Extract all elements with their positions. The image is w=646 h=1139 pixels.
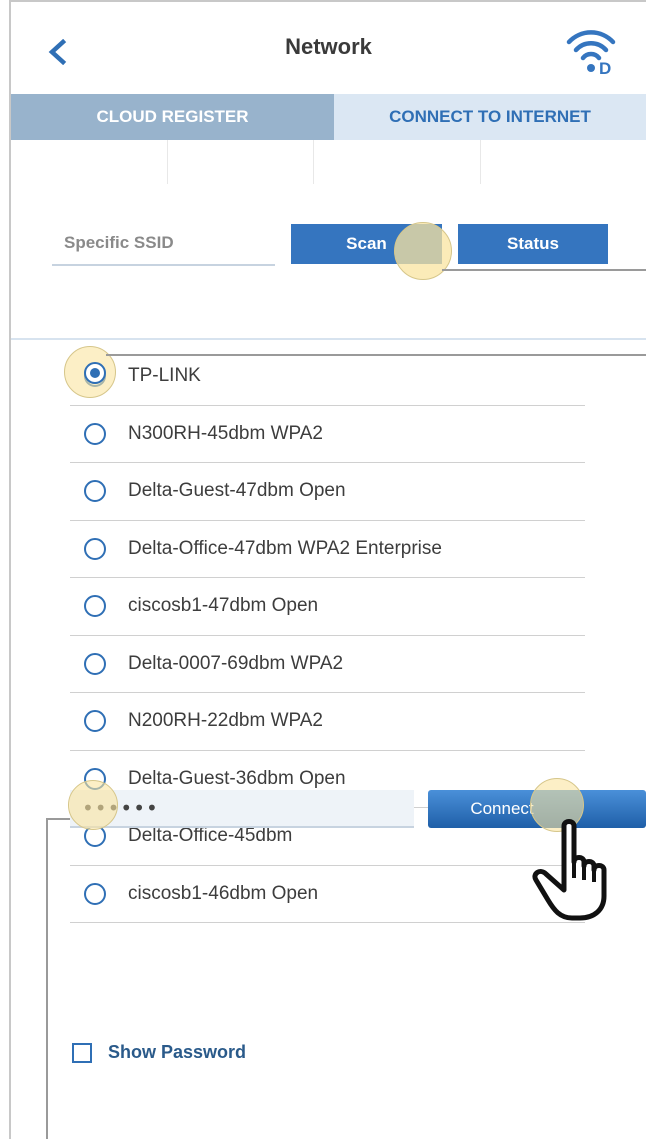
- faint-divider: [480, 140, 481, 184]
- svg-text:D: D: [599, 59, 611, 76]
- show-password-label: Show Password: [108, 1042, 247, 1062]
- network-item[interactable]: ciscosb1-46dbm Open: [70, 866, 585, 923]
- radio-selected-overlay[interactable]: [84, 362, 106, 384]
- connect-button-label: Connect: [470, 799, 534, 818]
- tab-bar: CLOUD REGISTER CONNECT TO INTERNET: [11, 94, 646, 140]
- radio-unselected[interactable]: [84, 537, 106, 560]
- network-label: TP-LINK: [128, 365, 201, 387]
- network-item[interactable]: Delta-Office-47dbm WPA2 Enterprise: [70, 521, 585, 578]
- ssid-input[interactable]: [52, 222, 275, 266]
- app-header: Network D: [11, 2, 646, 94]
- network-label: Delta-Office-47dbm WPA2 Enterprise: [128, 537, 442, 559]
- network-item[interactable]: TP-LINK: [70, 348, 585, 406]
- wifi-status-button[interactable]: D: [559, 26, 623, 78]
- faint-divider: [313, 140, 314, 184]
- network-label: Delta-0007-69dbm WPA2: [128, 652, 344, 674]
- wifi-d-icon: D: [566, 30, 616, 78]
- status-button[interactable]: Status: [458, 224, 608, 264]
- tab-connect-to-internet[interactable]: CONNECT TO INTERNET: [334, 94, 646, 140]
- network-label: Delta-Guest-47dbm Open: [128, 480, 346, 502]
- callout-line: [106, 354, 646, 356]
- network-item[interactable]: N200RH-22dbm WPA2: [70, 693, 585, 751]
- radio-unselected[interactable]: [84, 652, 106, 675]
- status-button-label: Status: [507, 234, 559, 253]
- callout-line: [46, 818, 70, 820]
- pointer-hand-icon: [532, 819, 607, 921]
- password-field[interactable]: [70, 790, 414, 828]
- show-password-toggle[interactable]: Show Password: [72, 1042, 246, 1063]
- callout-line: [442, 269, 646, 271]
- network-label: ciscosb1-46dbm Open: [128, 882, 319, 904]
- radio-unselected[interactable]: [84, 882, 106, 905]
- show-password-checkbox[interactable]: [72, 1042, 92, 1063]
- network-label: ciscosb1-47dbm Open: [128, 595, 319, 617]
- network-label: Delta-Office-45dbm: [128, 825, 293, 847]
- tab-cloud-register[interactable]: CLOUD REGISTER: [11, 94, 334, 140]
- network-label: N200RH-22dbm WPA2: [128, 710, 324, 732]
- network-label: Delta-Guest-36dbm Open: [128, 767, 346, 789]
- radio-unselected[interactable]: [84, 480, 106, 503]
- radio-unselected[interactable]: [84, 422, 106, 445]
- network-item[interactable]: N300RH-45dbm WPA2: [70, 406, 585, 463]
- page-title: Network: [285, 34, 372, 59]
- faint-divider: [167, 140, 168, 184]
- radio-unselected[interactable]: [84, 595, 106, 618]
- network-item[interactable]: Delta-0007-69dbm WPA2: [70, 636, 585, 693]
- network-item[interactable]: ciscosb1-47dbm Open: [70, 578, 585, 636]
- radio-unselected[interactable]: [84, 710, 106, 733]
- network-item[interactable]: Delta-Guest-47dbm Open: [70, 463, 585, 521]
- tap-highlight-scan: [394, 222, 452, 280]
- scan-button-label: Scan: [346, 234, 387, 253]
- frame-left-border: [9, 0, 11, 1139]
- network-label: N300RH-45dbm WPA2: [128, 422, 324, 444]
- section-divider: [11, 338, 646, 340]
- tap-highlight-password: [68, 780, 118, 830]
- network-list: TP-LINK N300RH-45dbm WPA2 Delta-Guest-47…: [70, 348, 585, 923]
- callout-line-vertical: [46, 818, 48, 1139]
